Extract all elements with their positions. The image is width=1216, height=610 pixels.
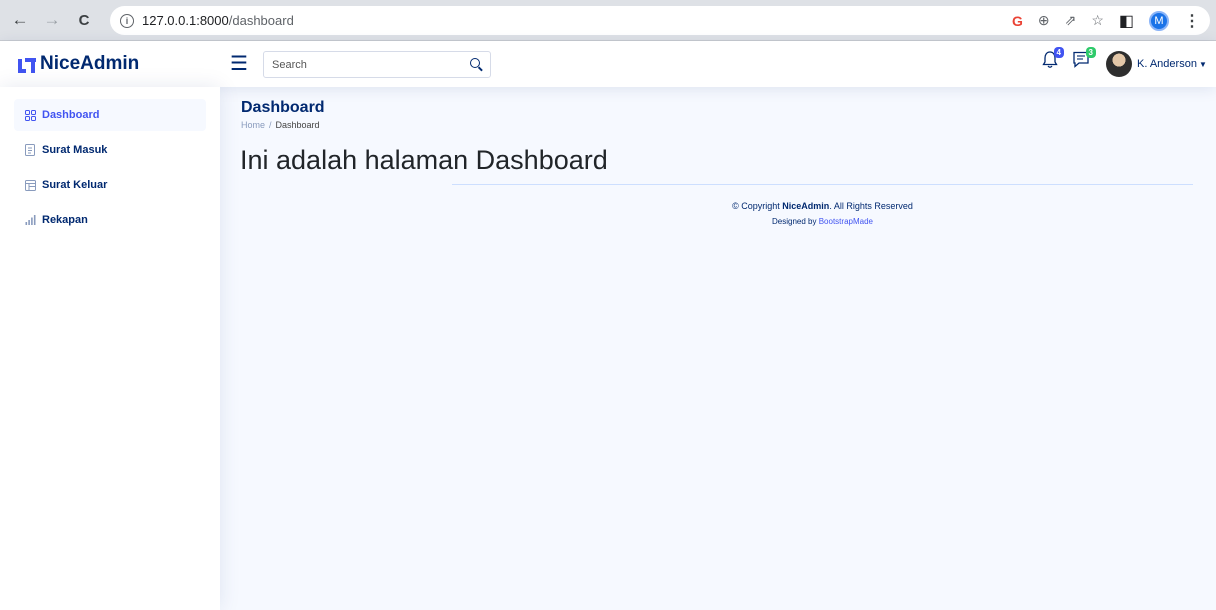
copyright-suffix: . All Rights Reserved: [829, 201, 913, 211]
sidebar-item-surat-masuk[interactable]: Surat Masuk: [14, 134, 206, 166]
sidebar-item-dashboard[interactable]: Dashboard: [14, 99, 206, 131]
page-title: Dashboard: [241, 99, 325, 116]
breadcrumb: Home / Dashboard: [241, 120, 320, 130]
search-input[interactable]: [272, 58, 462, 71]
chevron-down-icon: ▼: [1198, 59, 1207, 69]
credits-text: Designed by BootstrapMade: [452, 217, 1193, 226]
site-info-icon[interactable]: i: [120, 13, 134, 28]
document-icon: [24, 144, 36, 156]
sidebar-item-label: Surat Masuk: [42, 144, 108, 156]
copyright-brand: NiceAdmin: [782, 201, 830, 211]
profile-dropdown[interactable]: K. Anderson ▼: [1106, 51, 1207, 77]
messages-badge: 3: [1085, 47, 1096, 58]
sidebar-item-rekapan[interactable]: Rekapan: [14, 204, 206, 236]
sidebar-item-label: Rekapan: [42, 214, 88, 226]
notifications-badge: 4: [1053, 47, 1064, 58]
sidebar-item-label: Surat Keluar: [42, 179, 108, 191]
sidebar-item-surat-keluar[interactable]: Surat Keluar: [14, 169, 206, 201]
back-icon[interactable]: ←: [8, 8, 32, 32]
sidebar: Dashboard Surat Masuk Surat Keluar Rekap…: [0, 87, 220, 610]
logo-text: NiceAdmin: [40, 53, 140, 74]
reload-icon[interactable]: C: [72, 8, 96, 32]
address-bar[interactable]: i 127.0.0.1:8000/dashboard G ⊕ ⇗ ☆ ◧ M ⋮: [110, 6, 1210, 35]
browser-toolbar: ← → C i 127.0.0.1:8000/dashboard G ⊕ ⇗ ☆…: [0, 0, 1216, 41]
app-header: NiceAdmin ☰ 4 3 K. Anderson ▼: [0, 41, 1216, 87]
sidebar-item-label: Dashboard: [42, 109, 100, 121]
side-panel-icon[interactable]: ◧: [1119, 11, 1134, 31]
logo-mark-icon: [18, 56, 36, 73]
forward-icon[interactable]: →: [40, 8, 64, 32]
zoom-icon[interactable]: ⊕: [1038, 12, 1050, 29]
chat-icon[interactable]: 3: [1072, 47, 1096, 73]
bookmark-star-icon[interactable]: ☆: [1091, 12, 1104, 29]
footer: © Copyright NiceAdmin. All Rights Reserv…: [452, 184, 1193, 226]
bar-chart-icon: [24, 214, 36, 226]
grid-icon: [24, 109, 36, 121]
content-heading: Ini adalah halaman Dashboard: [240, 145, 608, 175]
bell-icon[interactable]: 4: [1042, 47, 1064, 74]
google-icon[interactable]: G: [1012, 13, 1023, 29]
main-content: Dashboard Home / Dashboard Ini adalah hala…: [220, 87, 1216, 610]
logo[interactable]: NiceAdmin: [18, 53, 139, 75]
breadcrumb-home-link[interactable]: Home: [241, 120, 265, 130]
copyright-prefix: © Copyright: [732, 201, 783, 211]
hamburger-menu-icon[interactable]: ☰: [230, 51, 248, 76]
breadcrumb-current: Dashboard: [275, 120, 320, 130]
browser-menu-icon[interactable]: ⋮: [1184, 11, 1200, 31]
layout-icon: [24, 179, 36, 191]
search-icon[interactable]: [470, 58, 480, 68]
copyright-text: © Copyright NiceAdmin. All Rights Reserv…: [452, 201, 1193, 211]
omnibox-actions: G ⊕ ⇗ ☆ ◧ M ⋮: [1012, 6, 1200, 35]
search-bar: [263, 51, 491, 78]
url-path: /dashboard: [228, 13, 294, 28]
browser-profile-avatar[interactable]: M: [1149, 10, 1169, 31]
avatar: [1106, 51, 1132, 77]
breadcrumb-separator: /: [269, 120, 272, 130]
url-host: 127.0.0.1:8000: [142, 13, 229, 28]
share-icon[interactable]: ⇗: [1065, 12, 1077, 29]
credits-prefix: Designed by: [772, 217, 819, 226]
profile-name: K. Anderson: [1137, 58, 1197, 70]
designer-link[interactable]: BootstrapMade: [819, 217, 873, 226]
